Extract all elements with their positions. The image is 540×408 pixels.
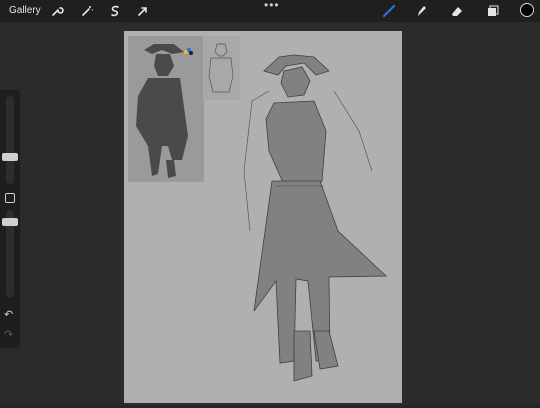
undo-icon[interactable]: ↶ [4,308,13,321]
wrench-icon[interactable] [50,4,64,18]
reference-image-secondary[interactable] [203,36,240,100]
smudge-icon[interactable] [414,4,428,18]
brush-icon[interactable] [382,4,396,18]
layers-icon[interactable] [485,4,499,18]
gallery-button[interactable]: Gallery [9,5,41,16]
redo-icon[interactable]: ↷ [4,328,13,341]
toolbar: Gallery ••• [0,0,540,22]
magic-wand-icon[interactable] [80,4,94,18]
color-picker-button[interactable] [520,3,534,17]
transform-arrow-icon[interactable] [136,4,150,18]
more-menu-icon[interactable]: ••• [264,0,280,12]
brush-size-thumb[interactable] [2,153,18,161]
reference-character-sketch [136,44,193,178]
eraser-icon[interactable] [450,4,464,18]
selection-icon[interactable] [108,4,122,18]
modify-button[interactable] [5,193,15,203]
brush-size-slider[interactable] [6,96,14,184]
reference-sketch-outline [208,43,234,93]
opacity-thumb[interactable] [2,218,18,226]
reference-image[interactable] [128,36,204,182]
sidebar: ↶ ↷ [0,90,20,348]
